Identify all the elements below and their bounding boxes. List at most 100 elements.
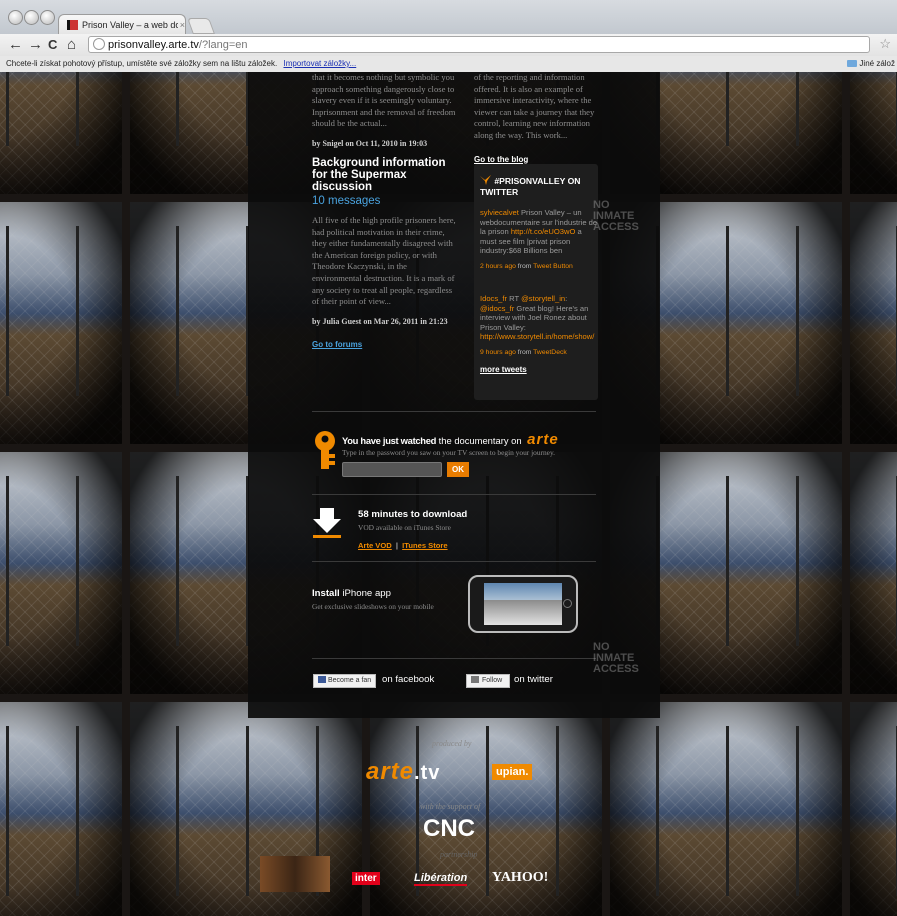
password-hint: Type in the password you saw on your TV … (342, 448, 556, 457)
fence-post (726, 226, 729, 396)
iphone-image[interactable] (468, 575, 578, 633)
discussion-headline[interactable]: Background information for the Supermax … (312, 157, 458, 193)
fence-post (176, 226, 179, 396)
background-photo-tile (850, 202, 897, 444)
partnership-label: partnership (440, 850, 478, 859)
arte-tv-suffix: .tv (414, 762, 441, 784)
no-inmate-sign-1: NO INMATE ACCESS (593, 199, 639, 233)
tweet-2-link[interactable]: http://www.storytell.in/home/show/ (480, 332, 594, 341)
zoom-window-button[interactable] (40, 10, 55, 25)
fence-post (796, 476, 799, 646)
background-photo-tile (0, 72, 122, 194)
fence-post (726, 72, 729, 146)
fence-post (246, 726, 249, 896)
background-photo-tile (610, 702, 842, 916)
home-icon[interactable]: ⌂ (67, 36, 76, 54)
iphone-title-bold: Install (312, 588, 340, 599)
arte-brand: arte (527, 431, 559, 448)
go-to-forums-link[interactable]: Go to forums (312, 340, 458, 349)
tweet-1-from: from (515, 262, 534, 270)
back-icon[interactable]: ← (8, 36, 23, 54)
other-bookmarks-button[interactable]: Jiné zálož (847, 56, 897, 72)
arte-vod-link[interactable]: Arte VOD (358, 541, 392, 550)
minimize-window-button[interactable] (24, 10, 39, 25)
upian-logo[interactable]: upian. (492, 764, 533, 780)
itunes-store-link[interactable]: ITunes Store (402, 541, 447, 550)
tab-title: Prison Valley – a web docum (81, 19, 178, 30)
iphone-home-button-icon (563, 599, 572, 608)
tweet-2: Idocs_fr RT @storytell_in: @idocs_fr Gre… (480, 294, 598, 358)
background-photo-tile (0, 452, 122, 694)
tweet-2-app[interactable]: TweetDeck (533, 349, 567, 356)
close-window-button[interactable] (8, 10, 23, 25)
globe-icon (93, 38, 105, 50)
twitter-label: on twitter (514, 674, 553, 685)
fence-post (76, 72, 79, 146)
bookmarks-bar: Chcete-li získat pohotový přístup, umíst… (0, 56, 897, 72)
download-subtitle: VOD available on iTunes Store (358, 523, 451, 532)
documentary-lead-rest: the documentary on (436, 435, 522, 446)
cnc-logo[interactable]: CNC (423, 815, 475, 843)
blog-excerpt-right: of the reporting and information offered… (474, 72, 595, 140)
divider-2 (312, 494, 596, 495)
bookmark-star-icon[interactable]: ☆ (879, 36, 891, 52)
iphone-title-rest: iPhone app (339, 588, 391, 599)
tweet-1: sylviecalvet Prison Valley – un webdocum… (480, 208, 598, 272)
tweet-1-time[interactable]: 2 hours ago (480, 263, 516, 270)
close-tab-icon[interactable]: × (180, 20, 185, 30)
tweet-2-user[interactable]: Idocs_fr (480, 294, 507, 303)
forward-icon[interactable]: → (28, 36, 43, 54)
divider-3 (312, 561, 596, 562)
fence-post (6, 72, 9, 146)
content-panel: that it becomes nothing but symbolic you… (248, 72, 660, 718)
background-photo-tile (0, 202, 122, 444)
tab-prison-valley[interactable]: Prison Valley – a web docum × (58, 14, 186, 34)
blog-byline-1: by Snigel on Oct 11, 2010 in 19:03 (312, 138, 428, 148)
fence-post (486, 726, 489, 896)
background-photo-tile (850, 452, 897, 694)
facebook-label: on facebook (382, 674, 435, 685)
tweet-1-link[interactable]: http://t.co/eUO3wO (511, 227, 576, 236)
fence-post (6, 226, 9, 396)
reload-icon[interactable]: C (48, 36, 57, 54)
fence-post (796, 72, 799, 146)
discussion-message-count[interactable]: 10 messages (312, 195, 458, 207)
fence-post (416, 726, 419, 896)
favicon-icon (67, 19, 78, 30)
tweet-1-app[interactable]: Tweet Button (533, 263, 573, 270)
tweet-1-user[interactable]: sylviecalvet (480, 208, 519, 217)
background-photo-tile (850, 72, 897, 194)
address-bar[interactable]: prisonvalley.arte.tv/?lang=en (88, 36, 870, 53)
background-photo-tile (370, 702, 602, 916)
divider-4 (312, 658, 596, 659)
fence-post (176, 726, 179, 896)
blog-byline-2: by Julia Guest on Mar 26, 2011 in 21:23 (312, 316, 448, 326)
fence-post (796, 226, 799, 396)
ok-button[interactable]: OK (447, 462, 469, 477)
go-to-blog-link[interactable]: Go to the blog (474, 155, 600, 164)
tweet-2-from: from (515, 348, 534, 356)
partner-thumbnail[interactable] (260, 856, 330, 892)
new-tab-button[interactable] (187, 18, 215, 34)
tab-strip: Prison Valley – a web docum × (0, 0, 897, 34)
yahoo-logo[interactable]: YAHOO! (492, 870, 548, 886)
password-input[interactable] (342, 462, 442, 477)
tweet-2-time[interactable]: 9 hours ago (480, 349, 516, 356)
tweet-2-mention[interactable]: @storytell_in (521, 294, 565, 303)
tweet-2-mention2[interactable]: @idocs_fr (480, 304, 514, 313)
documentary-lead-bold: You have just watched (342, 435, 437, 446)
fence-post (796, 726, 799, 896)
liberation-logo[interactable]: Libération (414, 872, 468, 886)
twitter-follow-button[interactable]: Follow (466, 674, 510, 688)
blog-excerpt-1: that it becomes nothing but symbolic you… (312, 72, 456, 129)
divider-1 (312, 411, 596, 412)
france-inter-logo[interactable]: inter (352, 872, 380, 885)
import-bookmarks-link[interactable]: Importovat záložky... (283, 59, 356, 68)
facebook-fan-button[interactable]: Become a fan (313, 674, 377, 688)
arte-tv-logo[interactable]: arte.tv (366, 758, 440, 786)
more-tweets-link[interactable]: more tweets (480, 365, 527, 374)
fence-post (76, 476, 79, 646)
background-photo-tile (850, 702, 897, 916)
download-title: 58 minutes to download (358, 509, 468, 520)
follow-button-label: Follow (482, 677, 503, 684)
